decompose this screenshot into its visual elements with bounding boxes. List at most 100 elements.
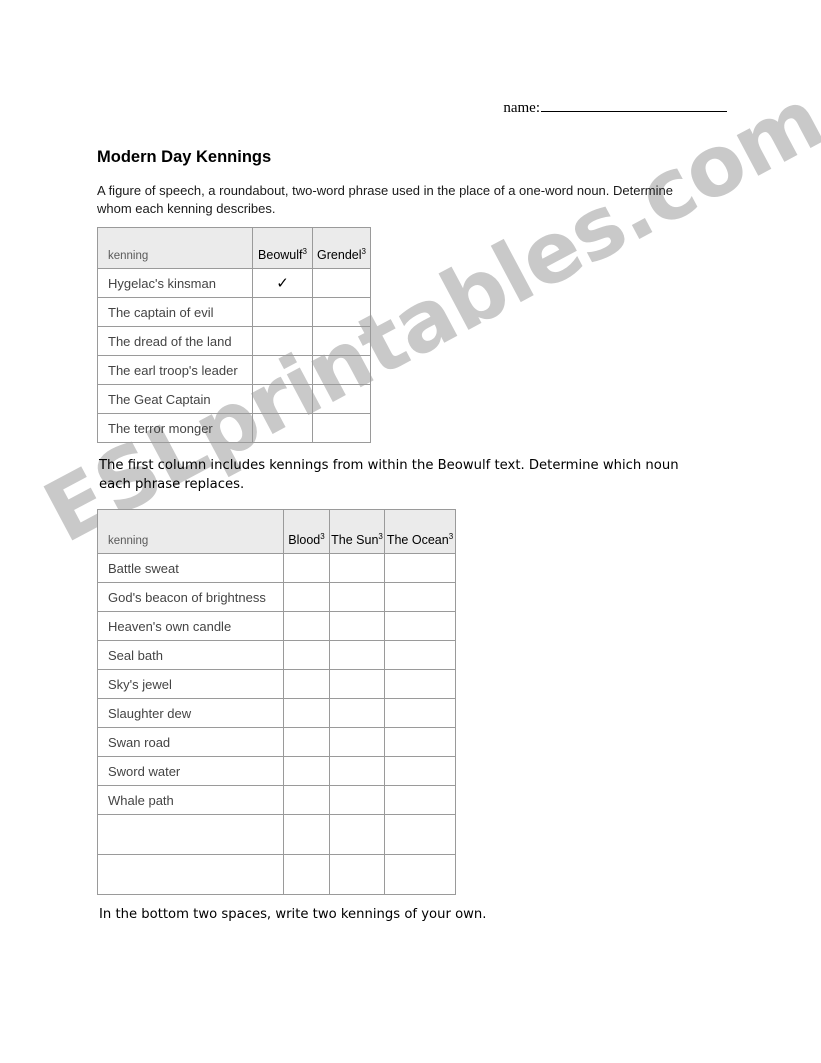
cell-grendel-checkbox[interactable] [312, 297, 371, 327]
cell-blood-checkbox[interactable] [283, 785, 330, 815]
column-header-beowulf: Beowulf3 [252, 227, 313, 269]
cell-beowulf-checkbox[interactable] [252, 384, 313, 414]
table-row-blank [97, 814, 456, 855]
cell-the-sun-checkbox[interactable] [329, 698, 385, 728]
column-header-the-sun: The Sun3 [329, 509, 385, 554]
cell-the-ocean-checkbox[interactable] [384, 814, 456, 855]
page-title: Modern Day Kennings [97, 148, 272, 166]
table-row: The Geat Captain [97, 384, 371, 414]
cell-grendel-checkbox[interactable] [312, 268, 371, 298]
cell-kenning-blank[interactable] [97, 854, 284, 895]
superscript-marker: 3 [302, 246, 307, 256]
cell-kenning: The captain of evil [97, 297, 253, 327]
table-row: Swan road [97, 727, 456, 757]
column-header-blood-label: Blood3 [288, 531, 325, 547]
cell-kenning: The Geat Captain [97, 384, 253, 414]
cell-kenning: Heaven's own candle [97, 611, 284, 641]
cell-grendel-checkbox[interactable] [312, 355, 371, 385]
cell-the-sun-checkbox[interactable] [329, 611, 385, 641]
cell-blood-checkbox[interactable] [283, 553, 330, 583]
table-row: The captain of evil [97, 297, 371, 327]
name-input-rule[interactable] [541, 98, 727, 112]
instruction-second-table: The first column includes kennings from … [99, 458, 679, 493]
superscript-marker: 3 [378, 531, 383, 541]
cell-kenning-blank[interactable] [97, 814, 284, 855]
table-row-blank [97, 854, 456, 895]
cell-the-ocean-checkbox[interactable] [384, 669, 456, 699]
cell-the-ocean-checkbox[interactable] [384, 727, 456, 757]
cell-the-sun-checkbox[interactable] [329, 854, 385, 895]
cell-kenning: The terror monger [97, 413, 253, 443]
cell-kenning: God's beacon of brightness [97, 582, 284, 612]
column-header-kenning: kenning [97, 509, 284, 554]
cell-grendel-checkbox[interactable] [312, 326, 371, 356]
cell-the-ocean-checkbox[interactable] [384, 698, 456, 728]
column-header-grendel: Grendel3 [312, 227, 371, 269]
cell-beowulf-checkbox[interactable] [252, 413, 313, 443]
table-row: Seal bath [97, 640, 456, 670]
cell-blood-checkbox[interactable] [283, 698, 330, 728]
cell-grendel-checkbox[interactable] [312, 384, 371, 414]
cell-the-ocean-checkbox[interactable] [384, 582, 456, 612]
cell-kenning: Hygelac's kinsman [97, 268, 253, 298]
cell-the-sun-checkbox[interactable] [329, 756, 385, 786]
cell-the-ocean-checkbox[interactable] [384, 854, 456, 895]
table-row: Heaven's own candle [97, 611, 456, 641]
table-row: The terror monger [97, 413, 371, 443]
table-row: Slaughter dew [97, 698, 456, 728]
cell-the-ocean-checkbox[interactable] [384, 785, 456, 815]
cell-blood-checkbox[interactable] [283, 727, 330, 757]
column-header-kenning-label: kenning [108, 250, 149, 262]
cell-kenning: The earl troop's leader [97, 355, 253, 385]
cell-kenning: Swan road [97, 727, 284, 757]
cell-the-sun-checkbox[interactable] [329, 669, 385, 699]
column-header-grendel-label: Grendel3 [317, 246, 366, 262]
cell-blood-checkbox[interactable] [283, 582, 330, 612]
cell-the-ocean-checkbox[interactable] [384, 611, 456, 641]
cell-blood-checkbox[interactable] [283, 640, 330, 670]
cell-kenning: Whale path [97, 785, 284, 815]
name-label: name: [503, 100, 540, 116]
column-header-kenning: kenning [97, 227, 253, 269]
cell-kenning: Sword water [97, 756, 284, 786]
table-row: Hygelac's kinsman ✓ [97, 268, 371, 298]
cell-the-ocean-checkbox[interactable] [384, 640, 456, 670]
table-row: Whale path [97, 785, 456, 815]
cell-the-sun-checkbox[interactable] [329, 553, 385, 583]
table-row: Sky's jewel [97, 669, 456, 699]
cell-kenning: Seal bath [97, 640, 284, 670]
column-header-the-ocean: The Ocean3 [384, 509, 456, 554]
table-row: The earl troop's leader [97, 355, 371, 385]
cell-the-sun-checkbox[interactable] [329, 727, 385, 757]
cell-blood-checkbox[interactable] [283, 814, 330, 855]
cell-beowulf-checkbox[interactable] [252, 326, 313, 356]
cell-blood-checkbox[interactable] [283, 756, 330, 786]
cell-beowulf-checkbox[interactable]: ✓ [252, 268, 313, 298]
cell-the-sun-checkbox[interactable] [329, 582, 385, 612]
cell-kenning: Battle sweat [97, 553, 284, 583]
cell-blood-checkbox[interactable] [283, 854, 330, 895]
superscript-marker: 3 [320, 531, 325, 541]
table-header-row: kenning Blood3 The Sun3 The Ocean3 [97, 509, 456, 554]
superscript-marker: 3 [361, 246, 366, 256]
table-row: Battle sweat [97, 553, 456, 583]
cell-grendel-checkbox[interactable] [312, 413, 371, 443]
cell-the-sun-checkbox[interactable] [329, 640, 385, 670]
cell-the-ocean-checkbox[interactable] [384, 553, 456, 583]
cell-blood-checkbox[interactable] [283, 611, 330, 641]
cell-beowulf-checkbox[interactable] [252, 297, 313, 327]
cell-the-sun-checkbox[interactable] [329, 785, 385, 815]
cell-blood-checkbox[interactable] [283, 669, 330, 699]
table-kennings-nouns: kenning Blood3 The Sun3 The Ocean3 Battl… [97, 509, 456, 895]
cell-kenning: The dread of the land [97, 326, 253, 356]
column-header-blood: Blood3 [283, 509, 330, 554]
cell-beowulf-checkbox[interactable] [252, 355, 313, 385]
cell-the-ocean-checkbox[interactable] [384, 756, 456, 786]
table-row: God's beacon of brightness [97, 582, 456, 612]
cell-kenning: Sky's jewel [97, 669, 284, 699]
cell-the-sun-checkbox[interactable] [329, 814, 385, 855]
table-header-row: kenning Beowulf3 Grendel3 [97, 227, 371, 269]
table-row: The dread of the land [97, 326, 371, 356]
instruction-own-kennings: In the bottom two spaces, write two kenn… [99, 907, 487, 922]
cell-kenning: Slaughter dew [97, 698, 284, 728]
